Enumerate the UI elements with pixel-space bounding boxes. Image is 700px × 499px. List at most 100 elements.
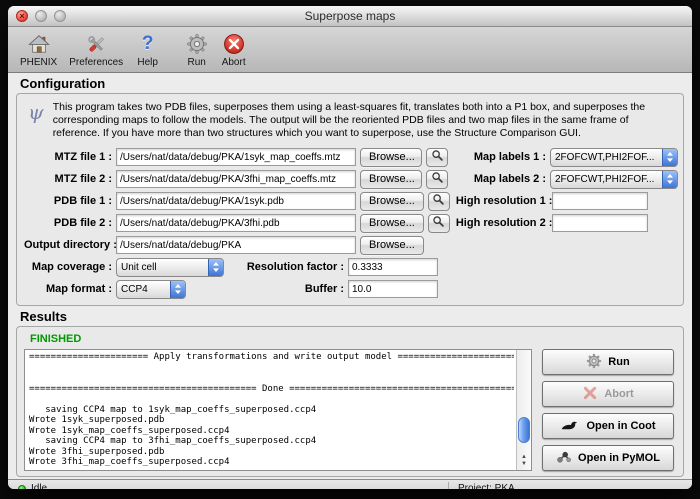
toolbar-abort-label: Abort [222, 57, 246, 68]
window-content: Configuration ψ This program takes two P… [8, 73, 692, 479]
toolbar-help-label: Help [137, 57, 158, 68]
titlebar[interactable]: × Superpose maps [8, 6, 692, 27]
magnifier-icon [431, 171, 444, 187]
high-resolution-1-label: High resolution 1 : [456, 195, 548, 207]
toolbar-run-label: Run [187, 57, 205, 68]
run-button-label: Run [608, 356, 629, 368]
toolbar: PHENIX Preferences [8, 27, 692, 73]
mtz-file-2-inspect-button[interactable] [426, 170, 448, 189]
output-directory-input[interactable] [116, 236, 356, 254]
output-directory-label: Output directory : [24, 239, 112, 251]
map-labels-1-select[interactable]: 2FOFCWT,PHI2FOF... [550, 148, 678, 167]
high-resolution-2-input[interactable] [552, 214, 648, 232]
question-icon: ? [135, 32, 160, 57]
map-coverage-select[interactable]: Unit cell [116, 258, 224, 277]
map-format-slot: CCP4 [116, 280, 236, 299]
mtz-file-1-input[interactable] [116, 148, 356, 166]
status-project-label: Project: PKA [458, 483, 515, 489]
pdb-file-1-row: PDB file 1 : Browse... High resolution 1… [24, 190, 676, 212]
toolbar-abort-button[interactable]: Abort [215, 29, 252, 71]
open-in-coot-button[interactable]: Open in Coot [542, 413, 674, 439]
map-coverage-row: Map coverage : Unit cell Resolution fact… [24, 256, 676, 278]
desktop-background: × Superpose maps PHENIX [0, 0, 700, 499]
program-description: This program takes two PDB files, superp… [53, 101, 665, 140]
toolbar-phenix-button[interactable]: PHENIX [14, 29, 63, 71]
superpose-maps-window: × Superpose maps PHENIX [8, 6, 692, 489]
status-badge: FINISHED [30, 333, 676, 345]
results-body: ====================== Apply transformat… [24, 349, 676, 471]
mtz-file-2-input[interactable] [116, 170, 356, 188]
map-format-value: CCP4 [117, 284, 170, 295]
results-heading: Results [20, 309, 684, 324]
idle-status-dot-icon [18, 485, 26, 490]
gear-icon [184, 32, 209, 57]
log-console[interactable]: ====================== Apply transformat… [24, 349, 532, 471]
buffer-input[interactable] [348, 280, 438, 298]
statusbar: Idle Project: PKA [8, 479, 692, 489]
toolbar-preferences-label: Preferences [69, 57, 123, 68]
toolbar-run-button[interactable]: Run [178, 29, 215, 71]
toolbar-help-button[interactable]: ? Help [129, 29, 166, 71]
minimize-button[interactable] [35, 10, 47, 22]
magnifier-icon [431, 149, 444, 165]
status-state: Idle [18, 483, 47, 489]
map-labels-1-label: Map labels 1 : [454, 151, 546, 163]
magnifier-icon [432, 193, 445, 209]
scrollbar-arrows-icon[interactable]: ▲▼ [517, 454, 531, 468]
mtz-file-1-browse-button[interactable]: Browse... [360, 148, 422, 167]
mtz-file-1-label: MTZ file 1 : [24, 151, 112, 163]
pdb-file-2-row: PDB file 2 : Browse... High resolution 2… [24, 212, 676, 234]
map-format-label: Map format : [24, 283, 112, 295]
pdb-file-2-input[interactable] [116, 214, 356, 232]
mtz-file-1-inspect-button[interactable] [426, 148, 448, 167]
run-button[interactable]: Run [542, 349, 674, 375]
results-actions: Run Abort [542, 349, 674, 471]
program-icon: ψ [28, 101, 44, 140]
console-scrollbar-thumb[interactable] [518, 417, 530, 443]
abort-x-icon [221, 32, 246, 57]
mtz-file-2-label: MTZ file 2 : [24, 173, 112, 185]
map-format-row: Map format : CCP4 Buffer : [24, 278, 676, 300]
coot-bird-icon [560, 418, 580, 435]
map-coverage-value: Unit cell [117, 262, 208, 273]
pdb-file-1-input[interactable] [116, 192, 356, 210]
map-coverage-label: Map coverage : [24, 261, 112, 273]
configuration-heading: Configuration [20, 76, 684, 91]
mtz-file-2-browse-button[interactable]: Browse... [360, 170, 422, 189]
pdb-file-2-label: PDB file 2 : [24, 217, 112, 229]
map-labels-2-select[interactable]: 2FOFCWT,PHI2FOF... [550, 170, 678, 189]
toolbar-phenix-label: PHENIX [20, 57, 57, 68]
traffic-lights: × [16, 10, 66, 22]
resolution-factor-input[interactable] [348, 258, 438, 276]
combo-arrows-icon [662, 171, 677, 188]
tools-icon [84, 32, 109, 57]
abort-button[interactable]: Abort [542, 381, 674, 407]
magnifier-icon [432, 215, 445, 231]
abort-button-label: Abort [604, 388, 633, 400]
output-directory-browse-button[interactable]: Browse... [360, 236, 424, 255]
toolbar-preferences-button[interactable]: Preferences [63, 29, 129, 71]
high-resolution-2-label: High resolution 2 : [456, 217, 548, 229]
high-resolution-1-input[interactable] [552, 192, 648, 210]
gear-icon [586, 353, 602, 372]
window-title: Superpose maps [305, 9, 396, 23]
map-labels-2-value: 2FOFCWT,PHI2FOF... [551, 174, 662, 185]
map-labels-1-value: 2FOFCWT,PHI2FOF... [551, 152, 662, 163]
log-text: ====================== Apply transformat… [29, 352, 514, 468]
pdb-file-1-inspect-button[interactable] [428, 192, 450, 211]
combo-arrows-icon [662, 149, 677, 166]
zoom-button[interactable] [54, 10, 66, 22]
configuration-panel: ψ This program takes two PDB files, supe… [16, 93, 684, 306]
console-scrollbar[interactable]: ▲▼ [516, 350, 531, 470]
open-in-pymol-button[interactable]: Open in PyMOL [542, 445, 674, 471]
close-button[interactable]: × [16, 10, 28, 22]
map-format-select[interactable]: CCP4 [116, 280, 186, 299]
output-directory-row: Output directory : Browse... [24, 234, 676, 256]
pdb-file-1-browse-button[interactable]: Browse... [360, 192, 424, 211]
open-in-pymol-label: Open in PyMOL [578, 452, 660, 464]
pdb-file-2-inspect-button[interactable] [428, 214, 450, 233]
pymol-molecule-icon [556, 449, 572, 468]
map-coverage-slot: Unit cell [116, 258, 236, 277]
open-in-coot-label: Open in Coot [586, 420, 655, 432]
pdb-file-2-browse-button[interactable]: Browse... [360, 214, 424, 233]
